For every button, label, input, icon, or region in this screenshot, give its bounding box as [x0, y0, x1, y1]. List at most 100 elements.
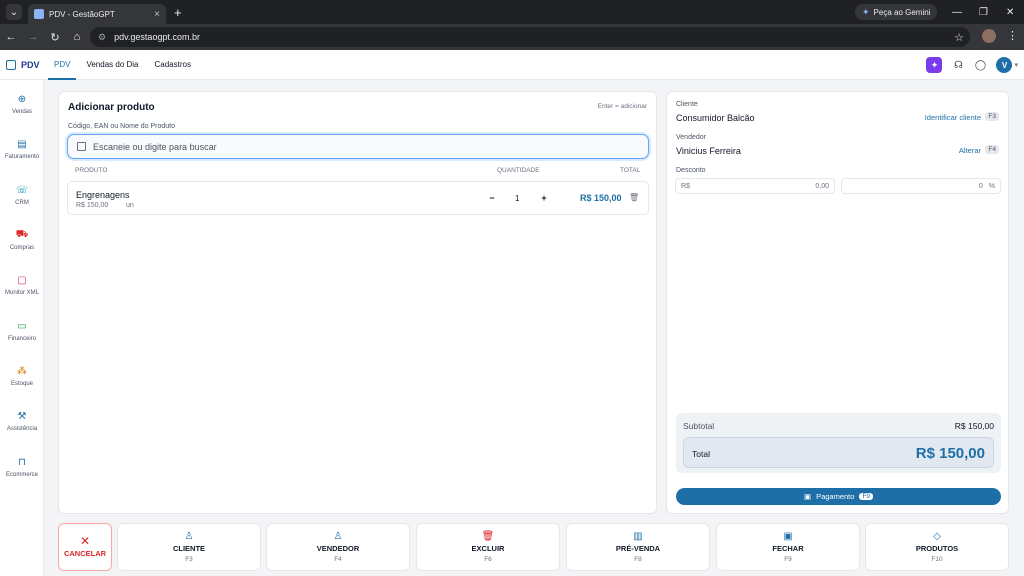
sidebar-item-financeiro[interactable]: ▭ Financeiro [0, 320, 44, 343]
headset-icon[interactable]: ☊ [952, 59, 964, 71]
favicon-icon [34, 9, 44, 19]
payment-shortcut-badge: F9 [859, 493, 874, 500]
user-icon: ♙ [184, 530, 194, 542]
browser-tab[interactable]: PDV - GestãoGPT × [28, 4, 166, 24]
site-info-icon[interactable]: ⚙ [98, 32, 106, 43]
identify-client-link[interactable]: Identificar cliente [925, 113, 981, 122]
sidebar-item-crm[interactable]: ☏ CRM [0, 184, 44, 207]
action-label: EXCLUIR [471, 544, 505, 553]
client-button[interactable]: ♙ CLIENTE F3 [117, 523, 261, 571]
brand-label: PDV [21, 59, 40, 70]
tab-pdv[interactable]: PDV [46, 50, 78, 80]
maximize-button[interactable]: ❐ [979, 0, 988, 24]
forward-arrow-icon[interactable]: → [22, 31, 44, 43]
file-icon: ▢ [17, 274, 27, 286]
sidebar-item-ecommerce[interactable]: ⊓ Ecommerce [0, 456, 44, 479]
bookmark-star-icon[interactable]: ☆ [954, 31, 964, 44]
sidebar-item-compras[interactable]: ⛟ Compras [0, 229, 44, 252]
decrease-quantity-button[interactable]: − [486, 192, 498, 204]
window-close-button[interactable]: ✕ [1006, 0, 1014, 24]
product-unit: un [126, 202, 134, 209]
browser-toolbar: ← → ↻ ⌂ ⚙ pdv.gestaogpt.com.br ☆ [0, 24, 1024, 50]
document-icon: ▤ [17, 138, 27, 150]
sidebar-item-label: Ecommerce [5, 472, 38, 478]
back-arrow-icon[interactable]: ← [0, 31, 22, 43]
seller-button[interactable]: ♙ VENDEDOR F4 [266, 523, 410, 571]
column-header-product: PRODUTO [75, 167, 108, 174]
new-tab-button[interactable]: + [174, 5, 182, 20]
product-search[interactable] [67, 134, 649, 159]
tab-cadastros[interactable]: Cadastros [147, 50, 199, 80]
column-header-total: TOTAL [620, 167, 641, 174]
sidebar-item-label: Estoque [10, 381, 34, 387]
tag-icon: ◇ [933, 530, 941, 542]
home-icon[interactable]: ⌂ [66, 31, 88, 43]
reload-icon[interactable]: ↻ [44, 31, 66, 44]
gemini-button[interactable]: ✦ Peça ao Gemini [855, 4, 938, 20]
trash-icon[interactable]: 🗑 [629, 193, 639, 202]
cancel-button[interactable]: ✕ CANCELAR [58, 523, 112, 571]
wallet-icon: ▣ [803, 492, 812, 501]
profile-avatar-icon[interactable] [982, 29, 996, 43]
tab-title: PDV - GestãoGPT [49, 9, 115, 19]
client-value: Consumidor Balcão [676, 113, 755, 123]
seller-value: Vinicius Ferreira [676, 146, 741, 156]
tab-vendas-do-dia[interactable]: Vendas do Dia [78, 50, 146, 80]
action-bar: ✕ CANCELAR ♙ CLIENTE F3 ♙ VENDEDOR F4 🗑 … [44, 516, 1024, 576]
basket-icon: ⊕ [17, 93, 27, 105]
sidebar-item-faturamento[interactable]: ▤ Faturamento [0, 138, 44, 161]
increase-quantity-button[interactable]: + [538, 192, 550, 204]
address-bar[interactable]: ⚙ pdv.gestaogpt.com.br ☆ [90, 27, 970, 47]
sidebar-item-monitor-xml[interactable]: ▢ Monitor XML [0, 274, 44, 297]
table-row[interactable]: Engrenagens R$ 150,00 un − 1 + R$ 150,00… [67, 181, 649, 215]
sidebar-item-estoque[interactable]: ⁂ Estoque [0, 365, 44, 388]
sidebar-item-label: Financeiro [7, 336, 36, 342]
quantity-value[interactable]: 1 [515, 194, 519, 203]
sidebar-item-vendas[interactable]: ⊕ Vendas [0, 93, 44, 116]
user-avatar[interactable]: V [996, 57, 1013, 73]
minimize-button[interactable]: — [952, 0, 962, 24]
products-button[interactable]: ◇ PRODUTOS F10 [865, 523, 1009, 571]
discount-amount-field[interactable]: R$ 0,00 [675, 178, 835, 194]
action-label: PRÉ-VENDA [615, 544, 661, 553]
gemini-sparkle-icon: ✦ [862, 6, 870, 17]
tab-close-icon[interactable]: × [154, 9, 160, 20]
action-label: CANCELAR [63, 549, 107, 558]
barcode-scan-icon [77, 142, 86, 151]
trash-icon: 🗑 [481, 530, 495, 542]
user-check-icon: ♙ [333, 530, 343, 542]
tools-icon: ⚒ [17, 410, 27, 422]
register-icon: ▣ [783, 530, 793, 542]
change-seller-link[interactable]: Alterar [959, 146, 981, 155]
discount-percent-field[interactable]: 0 % [841, 178, 1001, 194]
brand-logo[interactable]: PDV [6, 59, 46, 70]
sidebar-item-label: Compras [9, 245, 35, 251]
sidebar-item-label: Vendas [11, 109, 33, 115]
discount-percent-value: 0 [978, 182, 983, 190]
url-text: pdv.gestaogpt.com.br [114, 32, 200, 42]
chevron-down-icon[interactable]: ▾ [1014, 61, 1018, 69]
total-box: Total R$ 150,00 [683, 437, 994, 468]
search-input[interactable] [93, 141, 593, 152]
action-shortcut: F3 [185, 556, 193, 563]
close-sale-button[interactable]: ▣ FECHAR F9 [716, 523, 860, 571]
payment-button[interactable]: ▣ Pagamento F9 [676, 488, 1001, 505]
line-total: R$ 150,00 [580, 193, 622, 203]
action-shortcut: F4 [334, 556, 342, 563]
sidebar-item-assistencia[interactable]: ⚒ Assistência [0, 410, 44, 433]
sidebar-item-label: Assistência [6, 426, 38, 432]
browser-menu-icon[interactable]: ⋮ [1007, 29, 1018, 42]
chat-bubble-icon[interactable]: ◯ [974, 59, 986, 71]
subtotal-value: R$ 150,00 [954, 421, 994, 431]
total-value: R$ 150,00 [915, 445, 985, 462]
tab-search-button[interactable]: ⌄ [6, 4, 22, 20]
pre-sale-button[interactable]: ▥ PRÉ-VENDA F8 [566, 523, 710, 571]
action-label: FECHAR [772, 544, 804, 553]
ai-sparkle-icon[interactable]: ✦ [926, 57, 943, 73]
discount-currency: R$ [681, 182, 690, 190]
seller-label: Vendedor [676, 134, 706, 141]
close-icon: ✕ [79, 534, 91, 548]
delete-button[interactable]: 🗑 EXCLUIR F6 [416, 523, 560, 571]
sidebar-item-label: CRM [15, 200, 29, 206]
gemini-label: Peça ao Gemini [873, 7, 931, 17]
